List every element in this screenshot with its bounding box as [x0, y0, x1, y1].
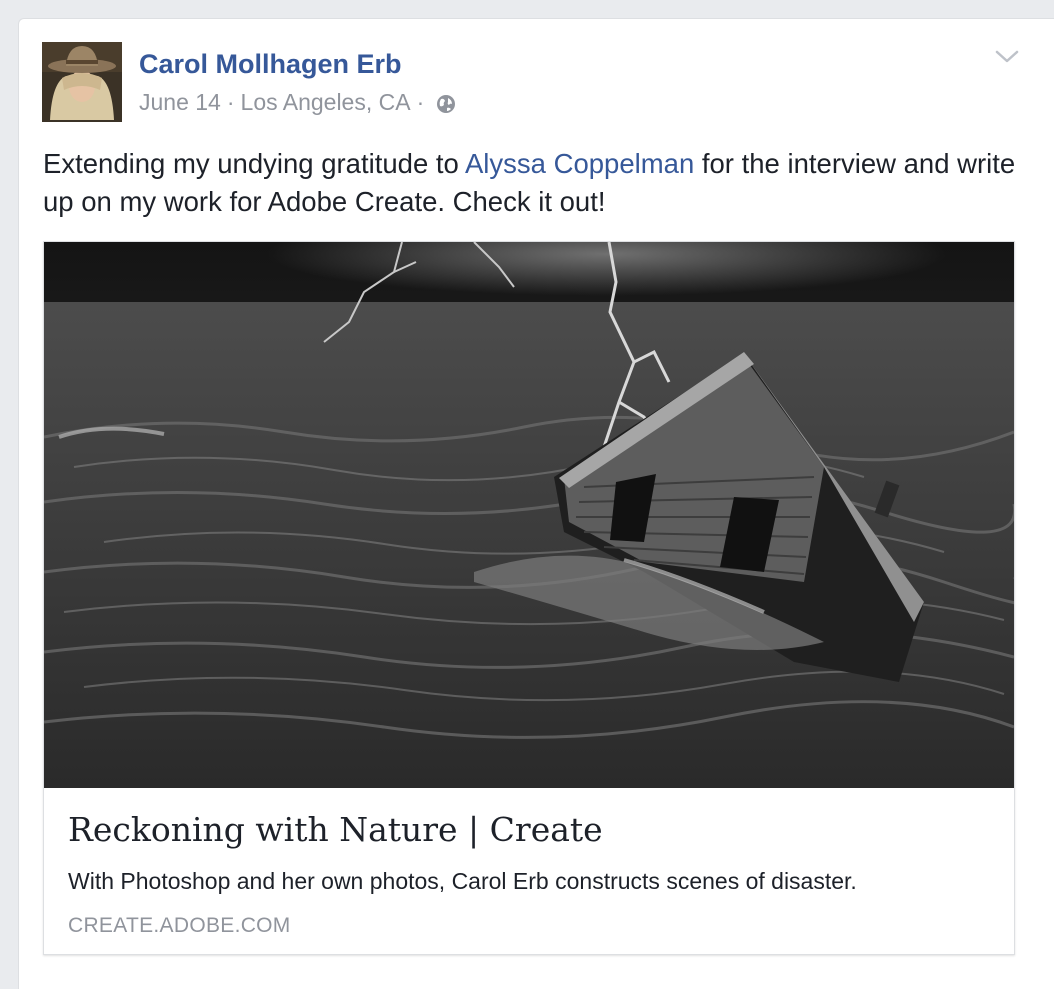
post-text: Extending my undying gratitude to Alyssa… [43, 145, 1018, 221]
post-card: Carol Mollhagen Erb June 14 · Los Angele… [18, 18, 1054, 989]
link-preview-card[interactable]: Reckoning with Nature | Create With Phot… [43, 241, 1015, 955]
avatar[interactable] [42, 42, 122, 122]
author-name[interactable]: Carol Mollhagen Erb [139, 49, 402, 80]
globe-icon[interactable] [436, 93, 456, 113]
link-description: With Photoshop and her own photos, Carol… [68, 868, 857, 894]
post-date[interactable]: June 14 [139, 89, 221, 116]
post-text-start: Extending my undying gratitude to [43, 148, 465, 179]
chevron-down-icon[interactable] [994, 47, 1020, 67]
meta-separator: · [416, 89, 425, 115]
link-domain: CREATE.ADOBE.COM [68, 914, 291, 937]
link-preview-image[interactable] [44, 242, 1014, 788]
link-title[interactable]: Reckoning with Nature | Create [68, 810, 603, 849]
mention-link[interactable]: Alyssa Coppelman [465, 148, 694, 179]
meta-separator: · [226, 89, 235, 115]
post-meta: June 14 · Los Angeles, CA · [139, 89, 456, 116]
post-location[interactable]: Los Angeles, CA [241, 89, 411, 116]
